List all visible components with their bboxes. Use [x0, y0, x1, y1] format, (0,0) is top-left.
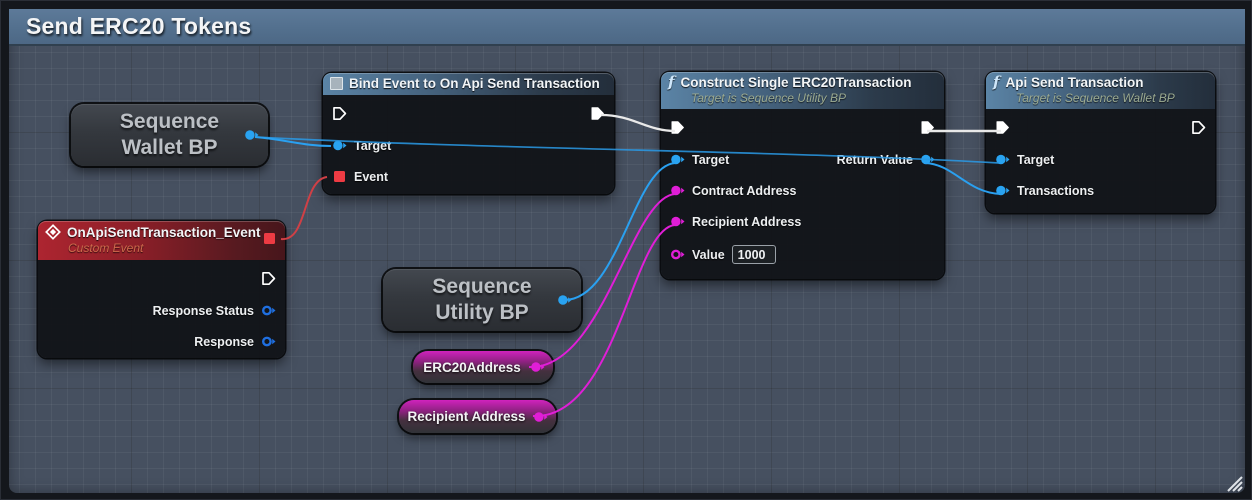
- pin-label: Contract Address: [692, 183, 797, 198]
- struct-output-pin[interactable]: [530, 360, 545, 375]
- response-output-pin[interactable]: [261, 334, 276, 349]
- target-input-pin[interactable]: [332, 138, 347, 153]
- exec-output-pin[interactable]: [1191, 120, 1206, 135]
- node-sequence-utility-bp[interactable]: Sequence Utility BP: [383, 269, 581, 331]
- recipient-address-input-pin[interactable]: [670, 214, 685, 229]
- transactions-input-pin[interactable]: [995, 183, 1010, 198]
- pin-label: Event: [354, 169, 389, 184]
- exec-input-pin[interactable]: [670, 120, 685, 135]
- exec-input-pin[interactable]: [332, 106, 347, 121]
- function-icon: f: [993, 73, 1000, 91]
- value-input-field[interactable]: [731, 245, 776, 264]
- node-bind-event[interactable]: Bind Event to On Api Send Transaction Ta…: [323, 73, 614, 194]
- node-api-send-transaction[interactable]: f Api Send Transaction Target is Sequenc…: [986, 72, 1215, 213]
- exec-output-pin[interactable]: [920, 120, 935, 135]
- exec-output-pin[interactable]: [590, 106, 605, 121]
- pin-label: Transactions: [1017, 183, 1095, 198]
- pin-label: Target: [1017, 152, 1055, 167]
- value-input-pin[interactable]: [670, 247, 685, 262]
- node-header[interactable]: Bind Event to On Api Send Transaction: [323, 73, 614, 95]
- node-sequence-wallet-bp[interactable]: Sequence Wallet BP: [71, 104, 268, 166]
- node-header[interactable]: OnApiSendTransaction_Event Custom Event: [38, 221, 285, 260]
- struct-output-pin[interactable]: [533, 409, 548, 424]
- pin-label: Recipient Address: [692, 214, 802, 229]
- event-delegate-input-pin[interactable]: [332, 169, 347, 184]
- pin-label: Target: [692, 152, 730, 167]
- node-on-api-send-transaction-event[interactable]: OnApiSendTransaction_Event Custom Event …: [38, 221, 285, 358]
- pin-label: Target: [354, 138, 392, 153]
- return-value-output-pin[interactable]: [920, 152, 935, 167]
- target-input-pin[interactable]: [670, 152, 685, 167]
- variable-node-title: Sequence Utility BP: [432, 274, 532, 324]
- node-recipient-address[interactable]: Recipient Address: [399, 400, 556, 433]
- custom-event-icon: [45, 224, 61, 240]
- pin-label: Response Status: [152, 303, 254, 318]
- resize-grip-icon[interactable]: [1226, 475, 1244, 493]
- object-output-pin[interactable]: [244, 128, 259, 143]
- response-status-output-pin[interactable]: [261, 303, 276, 318]
- pin-label: Response: [194, 334, 254, 349]
- node-construct-single-erc20transaction[interactable]: f Construct Single ERC20Transaction Targ…: [661, 72, 944, 279]
- exec-output-pin[interactable]: [261, 271, 276, 286]
- exec-input-pin[interactable]: [995, 120, 1010, 135]
- pin-label: Return Value: [836, 152, 913, 167]
- node-header[interactable]: f Api Send Transaction Target is Sequenc…: [986, 72, 1215, 109]
- contract-address-input-pin[interactable]: [670, 183, 685, 198]
- pin-label: Value: [692, 247, 725, 262]
- graph-title: Send ERC20 Tokens: [26, 13, 252, 39]
- bind-event-icon: [330, 77, 343, 90]
- variable-node-title: Sequence Wallet BP: [119, 109, 220, 159]
- function-icon: f: [668, 73, 675, 91]
- object-output-pin[interactable]: [557, 293, 572, 308]
- node-header[interactable]: f Construct Single ERC20Transaction Targ…: [661, 72, 944, 109]
- blueprint-editor-window: Send ERC20 Tokens Sequence Wallet BP Bin…: [0, 0, 1252, 500]
- target-input-pin[interactable]: [995, 152, 1010, 167]
- graph-title-bar[interactable]: Send ERC20 Tokens: [9, 9, 1245, 46]
- node-erc20address[interactable]: ERC20Address: [413, 351, 553, 383]
- delegate-output-pin[interactable]: [262, 231, 277, 246]
